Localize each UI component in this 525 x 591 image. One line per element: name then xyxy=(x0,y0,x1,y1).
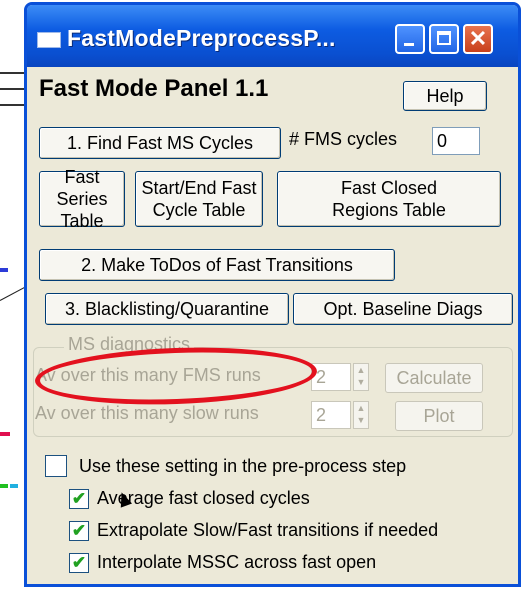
find-fast-ms-cycles-button[interactable]: 1. Find Fast MS Cycles xyxy=(39,127,281,159)
fast-mode-window: FastModePreprocessP... ✕ Fast Mode Panel… xyxy=(24,2,521,587)
calculate-button[interactable]: Calculate xyxy=(385,363,483,393)
make-todos-button[interactable]: 2. Make ToDos of Fast Transitions xyxy=(39,249,395,281)
spin-up-icon: ▲ xyxy=(356,365,366,375)
closed-regions-line1: Fast Closed xyxy=(340,178,438,198)
average-fast-closed-checkbox[interactable]: ✔ xyxy=(69,489,89,509)
window-title: FastModePreprocessP... xyxy=(67,25,336,51)
panel-body: Fast Mode Panel 1.1 Help 1. Find Fast MS… xyxy=(27,67,518,584)
start-end-fast-cycle-table-button[interactable]: Start/End Fast Cycle Table xyxy=(135,171,263,227)
spin-down-icon: ▼ xyxy=(356,415,366,425)
start-end-line1: Start/End Fast xyxy=(141,178,257,198)
background-mark xyxy=(0,484,8,488)
plot-button[interactable]: Plot xyxy=(395,401,483,431)
fast-series-table-button[interactable]: Fast Series Table xyxy=(39,167,125,231)
blacklisting-quarantine-button[interactable]: 3. Blacklisting/Quarantine xyxy=(45,293,289,325)
background-mark xyxy=(0,268,8,272)
spin-down-icon: ▼ xyxy=(356,377,366,387)
slow-runs-label: Av over this many slow runs xyxy=(35,403,259,423)
checkmark-icon: ✔ xyxy=(71,553,87,572)
use-settings-label: Use these setting in the pre-process ste… xyxy=(79,456,407,476)
checkmark-icon: ✔ xyxy=(71,489,87,508)
maximize-icon xyxy=(437,31,451,45)
closed-regions-line2: Regions Table xyxy=(332,200,446,220)
close-icon: ✕ xyxy=(468,26,488,51)
background-mark xyxy=(0,432,10,436)
fast-series-line2: Table xyxy=(60,211,104,231)
background-line xyxy=(0,88,26,90)
fms-cycles-field[interactable]: 0 xyxy=(432,127,480,155)
start-end-line2: Cycle Table xyxy=(152,200,246,220)
ms-diagnostics-label: MS diagnostics xyxy=(64,334,195,355)
fms-runs-spinner[interactable]: ▲ ▼ xyxy=(353,363,369,391)
help-button[interactable]: Help xyxy=(403,81,487,111)
minimize-button[interactable] xyxy=(395,24,425,54)
window-icon xyxy=(37,32,61,48)
fast-closed-regions-table-button[interactable]: Fast Closed Regions Table xyxy=(277,171,501,227)
maximize-button[interactable] xyxy=(429,24,459,54)
minimize-icon xyxy=(404,43,414,46)
close-button[interactable]: ✕ xyxy=(463,24,493,54)
spin-up-icon: ▲ xyxy=(356,403,366,413)
fms-runs-field[interactable]: 2 xyxy=(311,363,351,391)
slow-runs-field[interactable]: 2 xyxy=(311,401,351,429)
slow-runs-spinner[interactable]: ▲ ▼ xyxy=(353,401,369,429)
use-settings-checkbox[interactable] xyxy=(45,455,67,477)
fms-runs-label: Av over this many FMS runs xyxy=(35,365,261,385)
opt-baseline-diags-button[interactable]: Opt. Baseline Diags xyxy=(293,293,513,325)
interpolate-mssc-label: Interpolate MSSC across fast open xyxy=(97,552,377,572)
fms-cycles-label: # FMS cycles xyxy=(289,129,398,149)
fast-series-line1: Fast Series xyxy=(56,167,108,209)
interpolate-mssc-checkbox[interactable]: ✔ xyxy=(69,553,89,573)
checkmark-icon: ✔ xyxy=(71,521,87,540)
extrapolate-transitions-checkbox[interactable]: ✔ xyxy=(69,521,89,541)
background-line xyxy=(0,104,26,106)
background-line xyxy=(0,72,26,74)
panel-title: Fast Mode Panel 1.1 xyxy=(39,75,269,102)
title-bar[interactable]: FastModePreprocessP... ✕ xyxy=(27,5,518,67)
background-mark xyxy=(10,484,18,488)
extrapolate-transitions-label: Extrapolate Slow/Fast transitions if nee… xyxy=(97,520,439,540)
